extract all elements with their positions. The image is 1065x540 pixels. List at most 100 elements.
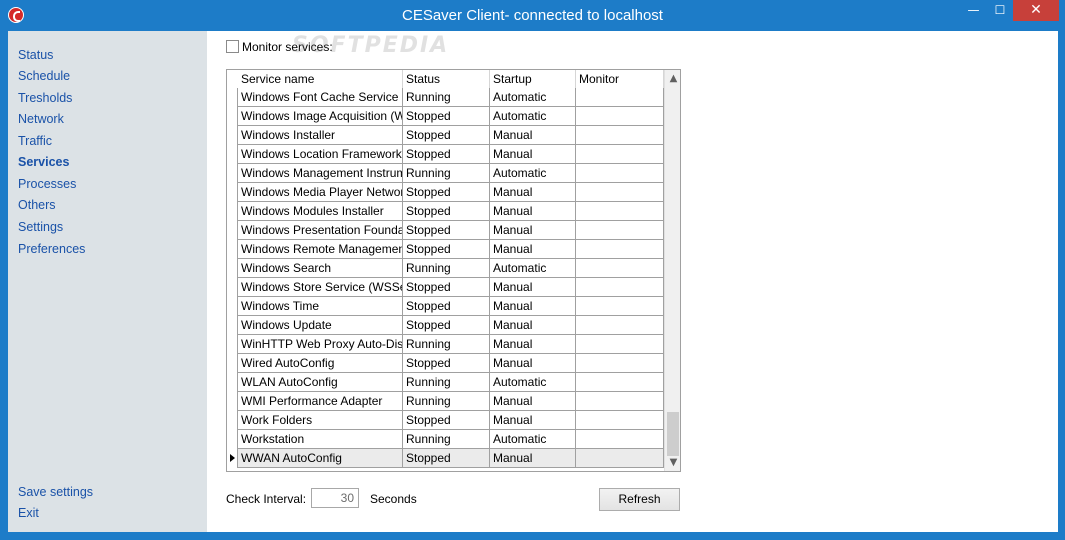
cell-monitor[interactable] — [576, 373, 664, 392]
cell-service-name[interactable]: Work Folders — [238, 411, 403, 430]
cell-status[interactable]: Running — [403, 430, 490, 449]
cell-monitor[interactable] — [576, 221, 664, 240]
cell-service-name[interactable]: Windows Presentation Foundation — [238, 221, 403, 240]
table-row[interactable]: Windows Time Stopped Manual — [227, 297, 664, 316]
cell-service-name[interactable]: Windows Media Player Network — [238, 183, 403, 202]
cell-startup[interactable]: Manual — [490, 316, 576, 335]
row-header[interactable] — [227, 221, 238, 240]
table-row[interactable]: Windows Search Running Automatic — [227, 259, 664, 278]
row-header[interactable] — [227, 88, 238, 107]
row-header[interactable] — [227, 392, 238, 411]
cell-startup[interactable]: Automatic — [490, 88, 576, 107]
cell-status[interactable]: Running — [403, 259, 490, 278]
check-interval-input[interactable]: 30 — [311, 488, 359, 508]
cell-startup[interactable]: Manual — [490, 411, 576, 430]
cell-status[interactable]: Stopped — [403, 240, 490, 259]
row-header[interactable] — [227, 183, 238, 202]
cell-status[interactable]: Stopped — [403, 126, 490, 145]
services-grid[interactable]: Service name Status Startup Monitor Wind… — [226, 69, 681, 472]
sidebar-item-schedule[interactable]: Schedule — [18, 69, 70, 83]
monitor-services-checkbox[interactable] — [226, 40, 239, 53]
table-row[interactable]: Windows Modules Installer Stopped Manual — [227, 202, 664, 221]
maximize-button[interactable]: ☐ — [987, 0, 1013, 21]
column-header-service-name[interactable]: Service name — [238, 70, 403, 88]
cell-startup[interactable]: Manual — [490, 297, 576, 316]
cell-service-name[interactable]: Windows Remote Management — [238, 240, 403, 259]
cell-monitor[interactable] — [576, 126, 664, 145]
cell-startup[interactable]: Manual — [490, 278, 576, 297]
cell-service-name[interactable]: Windows Search — [238, 259, 403, 278]
cell-service-name[interactable]: Windows Image Acquisition (WIA) — [238, 107, 403, 126]
vertical-scrollbar[interactable]: ▲ ▼ — [664, 70, 680, 471]
cell-monitor[interactable] — [576, 392, 664, 411]
scroll-down-button[interactable]: ▼ — [665, 454, 680, 471]
table-row[interactable]: Windows Store Service (WSService)Stopped… — [227, 278, 664, 297]
cell-status[interactable]: Stopped — [403, 202, 490, 221]
scroll-thumb[interactable] — [667, 412, 679, 456]
cell-startup[interactable]: Automatic — [490, 430, 576, 449]
cell-monitor[interactable] — [576, 183, 664, 202]
cell-startup[interactable]: Automatic — [490, 164, 576, 183]
table-row[interactable]: Windows Font Cache Service Running Automat… — [227, 88, 664, 107]
cell-status[interactable]: Running — [403, 164, 490, 183]
cell-status[interactable]: Stopped — [403, 107, 490, 126]
save-settings-link[interactable]: Save settings — [18, 485, 93, 499]
cell-service-name[interactable]: Windows Location Framework — [238, 145, 403, 164]
cell-status[interactable]: Stopped — [403, 449, 490, 468]
cell-service-name[interactable]: Windows Font Cache Service — [238, 88, 403, 107]
minimize-button[interactable]: — — [960, 0, 987, 21]
cell-startup[interactable]: Manual — [490, 240, 576, 259]
exit-link[interactable]: Exit — [18, 506, 39, 520]
row-header[interactable] — [227, 164, 238, 183]
cell-service-name[interactable]: Windows Time — [238, 297, 403, 316]
column-header-status[interactable]: Status — [403, 70, 490, 88]
cell-monitor[interactable] — [576, 316, 664, 335]
row-header[interactable] — [227, 145, 238, 164]
cell-monitor[interactable] — [576, 259, 664, 278]
row-header[interactable] — [227, 449, 238, 468]
cell-monitor[interactable] — [576, 297, 664, 316]
cell-service-name[interactable]: Wired AutoConfig — [238, 354, 403, 373]
sidebar-item-traffic[interactable]: Traffic — [18, 134, 52, 148]
cell-startup[interactable]: Manual — [490, 392, 576, 411]
cell-status[interactable]: Running — [403, 335, 490, 354]
cell-service-name[interactable]: Windows Store Service (WSService) — [238, 278, 403, 297]
cell-service-name[interactable]: Workstation — [238, 430, 403, 449]
cell-status[interactable]: Stopped — [403, 145, 490, 164]
cell-monitor[interactable] — [576, 145, 664, 164]
column-header-startup[interactable]: Startup — [490, 70, 576, 88]
cell-monitor[interactable] — [576, 354, 664, 373]
refresh-button[interactable]: Refresh — [599, 488, 680, 511]
cell-status[interactable]: Stopped — [403, 183, 490, 202]
cell-startup[interactable]: Manual — [490, 145, 576, 164]
row-header[interactable] — [227, 354, 238, 373]
sidebar-item-services[interactable]: Services — [18, 155, 69, 169]
row-header[interactable] — [227, 373, 238, 392]
cell-status[interactable]: Stopped — [403, 221, 490, 240]
sidebar-item-status[interactable]: Status — [18, 48, 53, 62]
sidebar-item-others[interactable]: Others — [18, 198, 56, 212]
row-header[interactable] — [227, 335, 238, 354]
row-header[interactable] — [227, 202, 238, 221]
table-row[interactable]: Workstation Running Automatic — [227, 430, 664, 449]
cell-startup[interactable]: Manual — [490, 202, 576, 221]
cell-startup[interactable]: Automatic — [490, 259, 576, 278]
table-row[interactable]: Windows Image Acquisition (WIA)StoppedAu… — [227, 107, 664, 126]
cell-monitor[interactable] — [576, 430, 664, 449]
cell-startup[interactable]: Manual — [490, 449, 576, 468]
cell-service-name[interactable]: Windows Modules Installer — [238, 202, 403, 221]
sidebar-item-settings[interactable]: Settings — [18, 220, 63, 234]
table-row[interactable]: Windows Update Stopped Manual — [227, 316, 664, 335]
row-header[interactable] — [227, 240, 238, 259]
cell-monitor[interactable] — [576, 88, 664, 107]
cell-status[interactable]: Stopped — [403, 297, 490, 316]
cell-service-name[interactable]: Windows Installer — [238, 126, 403, 145]
cell-service-name[interactable]: WWAN AutoConfig — [238, 449, 403, 468]
cell-service-name[interactable]: WMI Performance Adapter — [238, 392, 403, 411]
table-row[interactable]: Work Folders Stopped Manual — [227, 411, 664, 430]
row-header[interactable] — [227, 259, 238, 278]
cell-status[interactable]: Stopped — [403, 278, 490, 297]
cell-service-name[interactable]: Windows Management Instrumentation — [238, 164, 403, 183]
table-row[interactable]: WLAN AutoConfig Running Automatic — [227, 373, 664, 392]
table-row[interactable]: Windows Location Framework Stopped Manual — [227, 145, 664, 164]
